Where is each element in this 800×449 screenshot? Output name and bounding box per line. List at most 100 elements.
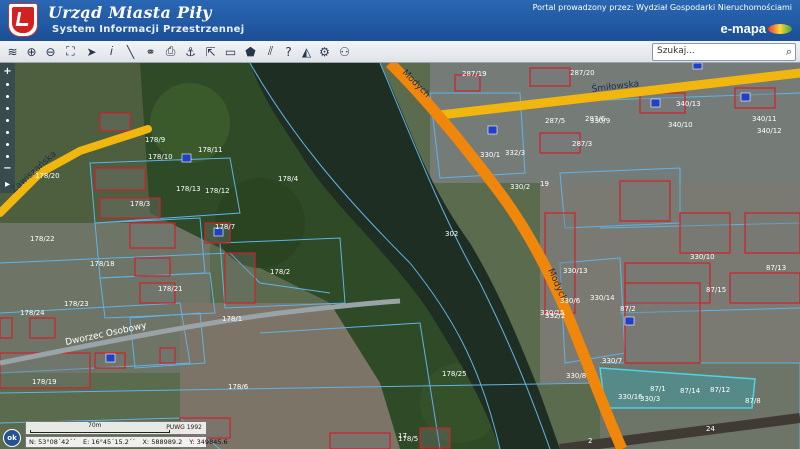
- search-icon[interactable]: ⌕: [786, 45, 792, 59]
- parcel-label: 19: [540, 180, 549, 188]
- app-subtitle: System Informacji Przestrzennej: [52, 24, 245, 35]
- zoom-level-dot[interactable]: [6, 131, 9, 134]
- emapa-logo: [768, 24, 792, 34]
- parcel-label: 178/2: [270, 268, 290, 276]
- hatch-icon[interactable]: ⫽: [262, 43, 279, 60]
- zoom-level-dot[interactable]: [6, 143, 9, 146]
- y-readout: Y: 349845.6: [189, 438, 228, 446]
- parcel-label: 178/1: [222, 315, 242, 323]
- parcel-label: 330/9: [590, 117, 610, 125]
- x-readout: X: 588989.2: [142, 438, 183, 446]
- parcel-label: 178/18: [90, 260, 115, 268]
- layers-icon[interactable]: ≋: [4, 43, 21, 60]
- coordinate-system: PUWG 1992: [166, 424, 202, 431]
- shape-icon[interactable]: ⬟: [242, 43, 259, 60]
- search-input[interactable]: Szukaj... ⌕: [652, 43, 796, 61]
- longitude-readout: E: 16°45´15.2´´: [83, 438, 136, 446]
- parcel-label: 178/19: [32, 378, 57, 386]
- parcel-label: 178/7: [215, 223, 235, 231]
- parcel-label: 178/3: [130, 200, 150, 208]
- zoom-minus-icon[interactable]: −: [3, 164, 12, 174]
- emapa-brand: e-mapa: [720, 21, 766, 36]
- zoom-bar[interactable]: + − ▸: [0, 63, 15, 193]
- map-svg[interactable]: Śmiłowska Zawiszańska Modych Modych Dwor…: [0, 63, 800, 449]
- parcel-label: 178/12: [205, 187, 230, 195]
- map-application: Urząd Miasta Piły System Informacji Prze…: [0, 0, 800, 449]
- parcel-label: 87/2: [620, 305, 636, 313]
- parcel-label: 87/12: [710, 386, 730, 394]
- zoom-level-dot[interactable]: [6, 95, 9, 98]
- parcel-label: 178/22: [30, 235, 55, 243]
- help-icon[interactable]: ?: [280, 43, 297, 60]
- parcel-label: 2: [588, 437, 592, 445]
- parcel-label: 178/11: [198, 146, 223, 154]
- parcel-label: 87/13: [766, 264, 786, 272]
- parcel-label: 87/15: [706, 286, 726, 294]
- parcel-label: 178/25: [442, 370, 467, 378]
- select-icon[interactable]: ▭: [222, 43, 239, 60]
- scale-label: 70m: [88, 422, 102, 429]
- ok-button[interactable]: ok: [3, 429, 21, 447]
- parcel-label: 330/13: [563, 267, 588, 275]
- parcel-label: 178/20: [35, 172, 60, 180]
- zoom-level-dot[interactable]: [6, 107, 9, 110]
- parcel-label: 287/20: [570, 69, 595, 77]
- parcel-label: 287/3: [572, 140, 592, 148]
- parcel-label: 178/9: [145, 136, 165, 144]
- zoom-level-dot[interactable]: [6, 155, 9, 158]
- portal-note: Portal prowadzony przez: Wydział Gospoda…: [532, 3, 792, 12]
- parcel-label: 330/3: [640, 395, 660, 403]
- parcel-label: 340/13: [676, 100, 701, 108]
- parcel-label: 178/6: [228, 383, 249, 391]
- scale-bar: [30, 430, 170, 433]
- parcel-label: 178/24: [20, 309, 45, 317]
- parcel-label: 287/5: [545, 117, 565, 125]
- export-icon[interactable]: ⇱: [202, 43, 219, 60]
- latitude-readout: N: 53°08´42´´: [29, 438, 76, 446]
- users-icon[interactable]: ⚇: [336, 43, 353, 60]
- aerial-block-w: [0, 223, 210, 373]
- parcel-label: 330/1: [480, 151, 500, 159]
- parcel-label: 24: [706, 425, 715, 433]
- parcel-label: 332/2: [545, 312, 565, 320]
- parcel-label: 330/14: [590, 294, 615, 302]
- zoom-extent-icon[interactable]: ⛶: [62, 43, 79, 60]
- header: Urząd Miasta Piły System Informacji Prze…: [0, 0, 800, 41]
- anchor-icon[interactable]: ⚓: [182, 43, 199, 60]
- parcel-label: 330/7: [602, 357, 622, 365]
- app-title: Urząd Miasta Piły: [48, 3, 212, 22]
- pointer-icon[interactable]: ➤: [83, 43, 100, 60]
- search-placeholder: Szukaj...: [657, 46, 695, 56]
- zoom-plus-icon[interactable]: +: [3, 67, 12, 77]
- parcel-label: 340/10: [668, 121, 693, 129]
- parcel-label: 178/21: [158, 285, 183, 293]
- scale-bar-panel: 70m PUWG 1992: [25, 421, 207, 435]
- measure-icon[interactable]: ╲: [122, 43, 139, 60]
- zoom-level-dot[interactable]: [6, 83, 9, 86]
- triangle-icon[interactable]: ◭: [298, 43, 315, 60]
- settings-icon[interactable]: ⚙: [316, 43, 333, 60]
- link-icon[interactable]: ⚭: [142, 43, 159, 60]
- zoom-level-dot[interactable]: [6, 119, 9, 122]
- parcel-label: 330/2: [510, 183, 530, 191]
- parcel-label: 87/1: [650, 385, 666, 393]
- parcel-label: 17: [398, 432, 407, 440]
- parcel-label: 87/14: [680, 387, 701, 395]
- parcel-label: 330/8: [566, 372, 586, 380]
- panel-toggle-icon[interactable]: ▸: [3, 180, 12, 190]
- parcel-label: 178/4: [278, 175, 299, 183]
- parcel-label: 340/12: [757, 127, 782, 135]
- parcel-label: 178/13: [176, 185, 201, 193]
- parcel-label: 178/10: [148, 153, 173, 161]
- zoom-in-icon[interactable]: ⊕: [23, 43, 40, 60]
- map-canvas[interactable]: Śmiłowska Zawiszańska Modych Modych Dwor…: [0, 63, 800, 449]
- parcel-label: 332/3: [505, 149, 525, 157]
- print-icon[interactable]: ⎙: [162, 43, 179, 60]
- parcel-label: 330/10: [690, 253, 715, 261]
- parcel-label: 330/16: [618, 393, 643, 401]
- info-icon[interactable]: 𝑖: [103, 43, 120, 60]
- zoom-out-icon[interactable]: ⊖: [42, 43, 59, 60]
- parcel-label: 287/19: [462, 70, 487, 78]
- parcel-label: 302: [445, 230, 458, 238]
- parcel-label: 340/11: [752, 115, 777, 123]
